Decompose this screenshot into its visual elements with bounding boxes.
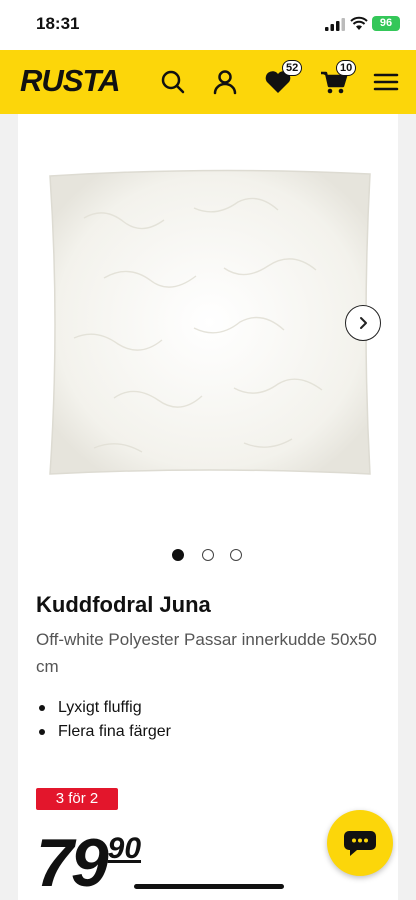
home-indicator — [134, 884, 284, 889]
status-time: 18:31 — [36, 14, 80, 33]
battery-indicator: 96 — [372, 16, 400, 31]
wifi-icon — [350, 16, 368, 30]
cellular-signal-icon — [325, 18, 345, 31]
next-image-button[interactable] — [345, 305, 381, 341]
hamburger-menu-icon[interactable] — [370, 66, 402, 98]
site-header: RUSTA 52 10 — [0, 50, 416, 114]
search-icon[interactable] — [157, 66, 189, 98]
price-integer: 79 — [36, 825, 109, 900]
feature-item: Lyxigt fluffig — [36, 696, 171, 720]
user-icon[interactable] — [209, 66, 241, 98]
product-title: Kuddfodral Juna — [36, 592, 211, 617]
carousel-dot-1[interactable] — [172, 549, 184, 561]
status-bar: 18:31 96 — [0, 0, 416, 50]
price-decimal: 90 — [107, 832, 142, 865]
chat-button[interactable] — [327, 810, 393, 876]
chevron-right-icon — [360, 317, 367, 329]
rusta-logo[interactable]: RUSTA — [20, 63, 120, 99]
cushion-cover-image[interactable] — [44, 168, 374, 480]
product-price: 7990 — [36, 826, 141, 900]
carousel-dot-2[interactable] — [202, 549, 214, 561]
favorites-count-badge: 52 — [282, 60, 303, 76]
feature-item: Flera fina färger — [36, 720, 171, 744]
promo-badge: 3 för 2 — [36, 788, 118, 810]
feature-list: Lyxigt fluffig Flera fina färger — [36, 696, 171, 744]
carousel-pagination — [172, 548, 252, 562]
chat-bubble-icon — [344, 831, 376, 856]
carousel-dot-3[interactable] — [230, 549, 242, 561]
product-description: Off-white Polyester Passar innerkudde 50… — [36, 630, 377, 676]
cart-count-badge: 10 — [336, 60, 357, 76]
